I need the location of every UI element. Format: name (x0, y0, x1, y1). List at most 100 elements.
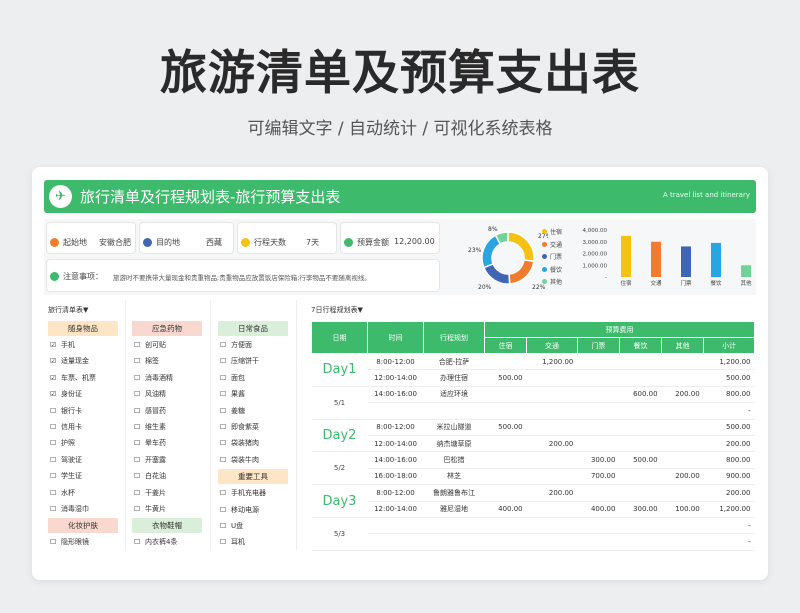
checklist-item[interactable]: ☐ 棉签 (134, 354, 159, 369)
checklist-item[interactable]: ☐ 驾驶证 (50, 453, 82, 468)
table-cell[interactable]: 巴松措 (423, 451, 485, 469)
checkbox-icon[interactable]: ☐ (134, 387, 145, 402)
table-cell[interactable] (577, 419, 620, 436)
table-cell[interactable] (526, 517, 578, 535)
destination-box[interactable]: 目的地 西藏 (139, 222, 234, 254)
table-cell[interactable] (484, 468, 527, 486)
checklist-item[interactable]: ☐ 信用卡 (50, 420, 82, 435)
checkbox-icon[interactable]: ☐ (134, 420, 145, 435)
table-cell[interactable] (484, 386, 527, 404)
budget-box[interactable]: 预算金额 12,200.00 (340, 222, 440, 254)
checkbox-icon[interactable]: ☐ (220, 420, 231, 435)
table-cell[interactable]: 500.00 (484, 369, 527, 387)
table-cell[interactable]: 300.00 (577, 451, 620, 469)
checklist-item[interactable]: ☐ 干姜片 (134, 486, 166, 501)
checkbox-icon[interactable]: ☐ (134, 486, 145, 501)
table-cell[interactable] (577, 517, 620, 535)
checklist-item[interactable]: ☐ 水杯 (50, 486, 75, 501)
checklist-item[interactable]: ☐ 袋装猪肉 (220, 436, 259, 451)
checkbox-icon[interactable]: ☐ (220, 453, 231, 468)
table-cell[interactable] (619, 468, 662, 486)
table-cell[interactable] (661, 435, 704, 453)
checkbox-icon[interactable]: ☐ (50, 404, 61, 419)
table-cell[interactable] (484, 402, 527, 420)
checkbox-icon[interactable]: ☐ (220, 387, 231, 402)
checklist-item[interactable]: ☐ 姜糖 (220, 404, 245, 419)
table-cell[interactable] (577, 353, 620, 371)
table-cell[interactable] (577, 484, 620, 502)
table-cell[interactable] (484, 435, 527, 453)
table-cell[interactable] (661, 369, 704, 387)
checkbox-icon[interactable]: ☑ (50, 354, 61, 369)
checklist-item[interactable]: ☐ 开塞露 (134, 453, 166, 468)
checkbox-icon[interactable]: ☐ (134, 502, 145, 517)
checklist-item[interactable]: ☐ 创可贴 (134, 338, 166, 353)
table-cell[interactable] (619, 402, 662, 420)
table-cell[interactable] (619, 369, 662, 387)
checklist-item[interactable]: ☑ 手机 (50, 338, 75, 353)
table-cell[interactable] (661, 484, 704, 502)
table-cell[interactable]: 纳杰塘草原 (423, 435, 485, 453)
table-cell[interactable]: 100.00 (661, 501, 704, 518)
table-cell[interactable] (526, 451, 578, 469)
checklist-item[interactable]: ☑ 适量现金 (50, 354, 89, 369)
table-cell[interactable] (367, 402, 424, 420)
table-cell[interactable]: 200.00 (526, 435, 578, 453)
checkbox-icon[interactable]: ☐ (50, 502, 61, 517)
table-cell[interactable] (367, 517, 424, 535)
checkbox-icon[interactable]: ☐ (134, 338, 145, 353)
checklist-item[interactable]: ☐ 牛黄片 (134, 502, 166, 517)
table-cell[interactable] (661, 402, 704, 420)
checkbox-icon[interactable]: ☐ (220, 436, 231, 451)
list-dropdown[interactable]: 旅行清单表▼ (48, 305, 88, 315)
checklist-item[interactable]: ☐ 袋装牛肉 (220, 453, 259, 468)
table-cell[interactable]: 8:00-12:00 (367, 353, 424, 371)
checkbox-icon[interactable]: ☐ (134, 453, 145, 468)
checklist-item[interactable]: ☐ 方便面 (220, 338, 252, 353)
table-cell[interactable]: 700.00 (577, 468, 620, 486)
table-cell[interactable]: 米拉山隧道 (423, 419, 485, 436)
table-cell[interactable] (367, 533, 424, 551)
table-cell[interactable]: 200.00 (703, 484, 755, 502)
table-cell[interactable]: - (703, 517, 755, 535)
table-cell[interactable] (484, 353, 527, 371)
table-cell[interactable]: 300.00 (619, 501, 662, 518)
table-cell[interactable] (661, 517, 704, 535)
table-cell[interactable] (619, 484, 662, 502)
checkbox-icon[interactable]: ☐ (220, 486, 231, 501)
checkbox-icon[interactable]: ☐ (220, 535, 231, 550)
table-cell[interactable] (423, 402, 485, 420)
checkbox-icon[interactable]: ☑ (50, 387, 61, 402)
table-cell[interactable]: 500.00 (703, 369, 755, 387)
table-cell[interactable]: 900.00 (703, 468, 755, 486)
table-cell[interactable]: 办理住宿 (423, 369, 485, 387)
checklist-item[interactable]: ☐ 消毒酒精 (134, 371, 173, 386)
checkbox-icon[interactable]: ☐ (134, 354, 145, 369)
table-cell[interactable] (526, 501, 578, 518)
table-cell[interactable]: 400.00 (577, 501, 620, 518)
table-cell[interactable]: 林芝 (423, 468, 485, 486)
checklist-item[interactable]: ☐ 面包 (220, 371, 245, 386)
table-cell[interactable] (577, 369, 620, 387)
table-cell[interactable] (484, 451, 527, 469)
table-cell[interactable]: - (703, 533, 755, 551)
checkbox-icon[interactable]: ☑ (50, 338, 61, 353)
table-cell[interactable] (526, 386, 578, 404)
table-cell[interactable] (526, 533, 578, 551)
checkbox-icon[interactable]: ☐ (50, 535, 61, 550)
checklist-item[interactable]: ☐ 学生证 (50, 469, 82, 484)
checklist-item[interactable]: ☐ 即食紫菜 (220, 420, 259, 435)
checkbox-icon[interactable]: ☐ (134, 535, 145, 550)
table-cell[interactable] (661, 419, 704, 436)
checklist-item[interactable]: ☐ 消毒湿巾 (50, 502, 89, 517)
table-cell[interactable] (484, 484, 527, 502)
table-cell[interactable] (526, 369, 578, 387)
table-cell[interactable]: 400.00 (484, 501, 527, 518)
checklist-item[interactable]: ☐ 压缩饼干 (220, 354, 259, 369)
checkbox-icon[interactable]: ☐ (220, 338, 231, 353)
table-cell[interactable] (619, 435, 662, 453)
checkbox-icon[interactable]: ☑ (50, 371, 61, 386)
table-cell[interactable] (484, 533, 527, 551)
table-cell[interactable] (526, 419, 578, 436)
table-cell[interactable] (577, 435, 620, 453)
